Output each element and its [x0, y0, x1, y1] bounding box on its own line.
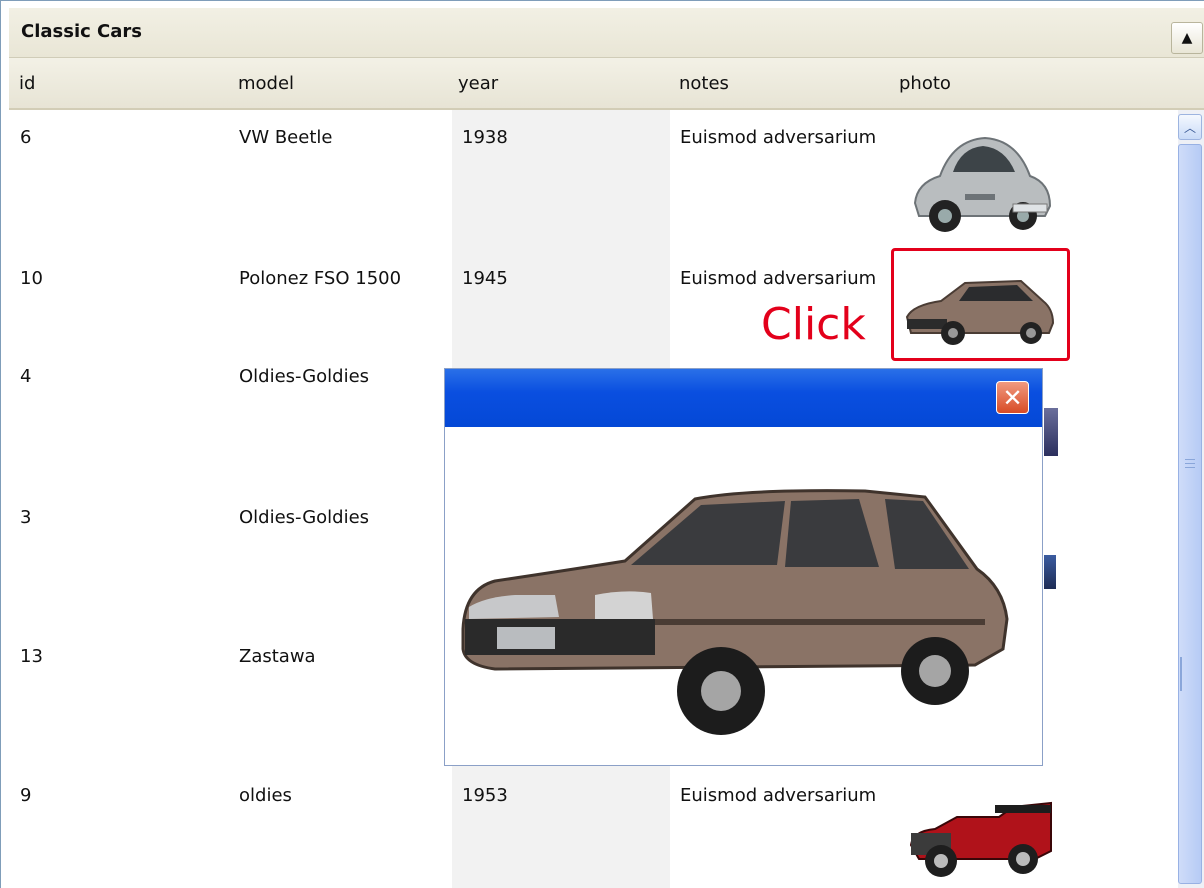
cell-model: Oldies-Goldies — [239, 507, 370, 528]
cell-model: Zastawa — [239, 646, 316, 667]
thumbnail-edge — [1044, 555, 1056, 589]
grip-line — [1185, 467, 1195, 468]
cell-notes: Euismod adversarium — [680, 127, 877, 148]
column-header-photo[interactable]: photo — [899, 73, 951, 94]
cell-id: 4 — [20, 366, 32, 387]
cell-id: 9 — [20, 785, 32, 806]
cell-model: oldies — [239, 785, 292, 806]
close-x-icon[interactable]: ✕ — [996, 381, 1029, 414]
panel-title-bar: Classic Cars ▲ — [9, 8, 1204, 58]
cell-id: 3 — [20, 507, 32, 528]
cell-id: 13 — [20, 646, 43, 667]
thumbnail-edge — [1044, 408, 1058, 456]
column-header-notes[interactable]: notes — [679, 73, 729, 94]
column-header-model[interactable]: model — [238, 73, 294, 94]
click-annotation: Click — [761, 299, 866, 350]
roadster-photo-thumbnail[interactable] — [905, 795, 1055, 879]
cell-year: 1945 — [462, 268, 508, 289]
chevron-up-icon: ︿ — [1183, 120, 1196, 135]
cell-model: Oldies-Goldies — [239, 366, 370, 387]
scroll-thumb[interactable] — [1178, 144, 1202, 884]
cell-id: 6 — [20, 127, 32, 148]
column-header-year[interactable]: year — [458, 73, 498, 94]
cell-model: Polonez FSO 1500 — [239, 268, 402, 289]
table-header: id model year notes photo — [9, 58, 1204, 110]
photo-popup-window: ✕ — [444, 368, 1043, 766]
grip-line — [1185, 459, 1195, 460]
cell-id: 10 — [20, 268, 43, 289]
scroll-up-button[interactable]: ︿ — [1178, 114, 1202, 140]
beetle-photo-thumbnail[interactable] — [905, 128, 1055, 236]
panel-title: Classic Cars — [21, 21, 143, 42]
cell-model: VW Beetle — [239, 127, 333, 148]
grip-line — [1185, 463, 1195, 464]
cell-notes: Euismod adversarium — [680, 785, 877, 806]
cell-notes: Euismod adversarium — [680, 268, 877, 289]
vertical-scrollbar[interactable]: ︿ — [1178, 110, 1204, 888]
popup-title-bar[interactable]: ✕ — [445, 369, 1042, 427]
cell-year: 1938 — [462, 127, 508, 148]
grip-mark — [1180, 657, 1182, 691]
collapse-button[interactable]: ▲ — [1171, 22, 1203, 54]
click-highlight-box — [891, 248, 1070, 361]
triangle-up-icon: ▲ — [1181, 30, 1193, 46]
cell-year: 1953 — [462, 785, 508, 806]
enlarged-car-photo — [461, 489, 1009, 735]
column-header-id[interactable]: id — [19, 73, 35, 94]
